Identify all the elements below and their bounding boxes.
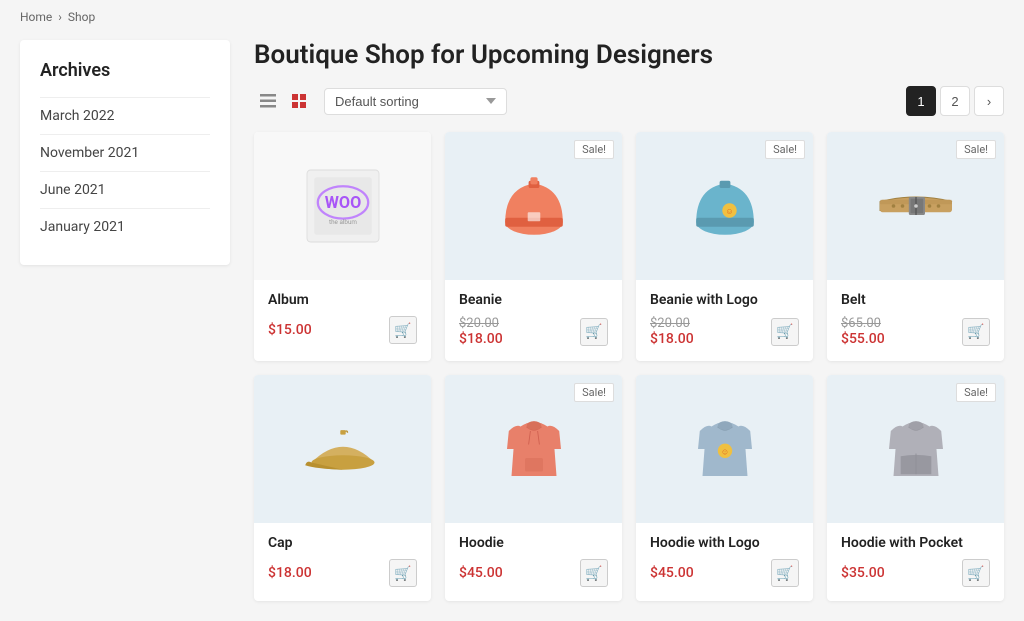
- archives-list: March 2022 November 2021 June 2021 Janua…: [40, 97, 210, 245]
- product-name-hoodie-pocket: Hoodie with Pocket: [841, 535, 990, 551]
- breadcrumb-shop[interactable]: Shop: [68, 10, 95, 24]
- list-icon: [260, 94, 276, 108]
- product-name-belt: Belt: [841, 292, 990, 308]
- grid-icon: [292, 94, 308, 108]
- product-price-beanie-logo: $18.00: [650, 331, 694, 347]
- product-price-hoodie-logo: $45.00: [650, 565, 694, 581]
- svg-text:WOO: WOO: [324, 193, 361, 212]
- products-grid: WOO the album Album $15.00 🛒: [254, 132, 1004, 601]
- product-name-beanie-logo: Beanie with Logo: [650, 292, 799, 308]
- pagination: 1 2 ›: [906, 86, 1004, 116]
- add-to-cart-hoodie-pocket[interactable]: 🛒: [962, 559, 990, 587]
- product-original-price-beanie-logo: $20.00: [650, 316, 690, 331]
- toolbar: Default sorting Sort by popularity Sort …: [254, 86, 1004, 116]
- add-to-cart-cap[interactable]: 🛒: [389, 559, 417, 587]
- sale-badge-hoodie-pocket: Sale!: [956, 383, 996, 402]
- page-title: Boutique Shop for Upcoming Designers: [254, 40, 1004, 70]
- product-price-album: $15.00: [268, 322, 312, 338]
- sale-badge-belt: Sale!: [956, 140, 996, 159]
- add-to-cart-beanie-logo[interactable]: 🛒: [771, 318, 799, 346]
- page-2-button[interactable]: 2: [940, 86, 970, 116]
- product-price-hoodie-pocket: $35.00: [841, 565, 885, 581]
- cap-svg: [298, 404, 388, 494]
- product-image-belt: Sale!: [827, 132, 1004, 280]
- product-card-beanie[interactable]: Sale! Beanie: [445, 132, 622, 361]
- product-card-cap[interactable]: Cap $18.00 🛒: [254, 375, 431, 601]
- breadcrumb: Home › Shop: [20, 10, 1004, 24]
- product-name-hoodie-logo: Hoodie with Logo: [650, 535, 799, 551]
- product-image-hoodie-logo: ☺: [636, 375, 813, 523]
- sale-badge-hoodie: Sale!: [574, 383, 614, 402]
- add-to-cart-hoodie-logo[interactable]: 🛒: [771, 559, 799, 587]
- product-card-album[interactable]: WOO the album Album $15.00 🛒: [254, 132, 431, 361]
- sidebar: Archives March 2022 November 2021 June 2…: [20, 40, 230, 601]
- list-view-button[interactable]: [254, 87, 282, 115]
- product-original-price-belt: $65.00: [841, 316, 881, 331]
- page-1-button[interactable]: 1: [906, 86, 936, 116]
- beanie-svg: [489, 161, 579, 251]
- sort-select[interactable]: Default sorting Sort by popularity Sort …: [324, 88, 507, 115]
- grid-view-button[interactable]: [286, 87, 314, 115]
- svg-text:☺: ☺: [720, 446, 728, 456]
- product-price-belt: $55.00: [841, 331, 885, 347]
- add-to-cart-belt[interactable]: 🛒: [962, 318, 990, 346]
- sidebar-item-march-2022[interactable]: March 2022: [40, 97, 210, 134]
- product-image-hoodie-pocket: Sale!: [827, 375, 1004, 523]
- product-image-album: WOO the album: [254, 132, 431, 280]
- sidebar-title: Archives: [40, 60, 210, 81]
- sale-badge-beanie-logo: Sale!: [765, 140, 805, 159]
- belt-svg: [871, 161, 961, 251]
- hoodie-logo-svg: ☺: [680, 404, 770, 494]
- product-price-hoodie: $45.00: [459, 565, 503, 581]
- view-toggle: [254, 87, 314, 115]
- sale-badge-beanie: Sale!: [574, 140, 614, 159]
- add-to-cart-hoodie[interactable]: 🛒: [580, 559, 608, 587]
- add-to-cart-beanie[interactable]: 🛒: [580, 318, 608, 346]
- sidebar-item-june-2021[interactable]: June 2021: [40, 171, 210, 208]
- product-card-hoodie-logo[interactable]: ☺ Hoodie with Logo $45.00 🛒: [636, 375, 813, 601]
- product-image-cap: [254, 375, 431, 523]
- product-original-price-beanie: $20.00: [459, 316, 499, 331]
- product-name-beanie: Beanie: [459, 292, 608, 308]
- page-next-button[interactable]: ›: [974, 86, 1004, 116]
- breadcrumb-home[interactable]: Home: [20, 10, 52, 24]
- beanie-logo-svg: ☺: [680, 161, 770, 251]
- product-name-cap: Cap: [268, 535, 417, 551]
- product-card-hoodie-pocket[interactable]: Sale!: [827, 375, 1004, 601]
- product-price-cap: $18.00: [268, 565, 312, 581]
- hoodie-svg: [489, 404, 579, 494]
- product-name-hoodie: Hoodie: [459, 535, 608, 551]
- svg-text:☺: ☺: [725, 206, 733, 216]
- main-content: Boutique Shop for Upcoming Designers: [254, 40, 1004, 601]
- product-card-beanie-logo[interactable]: Sale! ☺ Beanie with Logo: [636, 132, 813, 361]
- sidebar-item-jan-2021[interactable]: January 2021: [40, 208, 210, 245]
- hoodie-pocket-svg: [871, 404, 961, 494]
- product-image-beanie: Sale!: [445, 132, 622, 280]
- breadcrumb-sep1: ›: [58, 10, 62, 24]
- product-name-album: Album: [268, 292, 417, 308]
- sidebar-item-nov-2021[interactable]: November 2021: [40, 134, 210, 171]
- add-to-cart-album[interactable]: 🛒: [389, 316, 417, 344]
- product-card-hoodie[interactable]: Sale!: [445, 375, 622, 601]
- product-image-beanie-logo: Sale! ☺: [636, 132, 813, 280]
- product-price-beanie: $18.00: [459, 331, 503, 347]
- album-svg: WOO the album: [298, 161, 388, 251]
- product-card-belt[interactable]: Sale!: [827, 132, 1004, 361]
- product-image-hoodie: Sale!: [445, 375, 622, 523]
- svg-text:the album: the album: [329, 218, 357, 226]
